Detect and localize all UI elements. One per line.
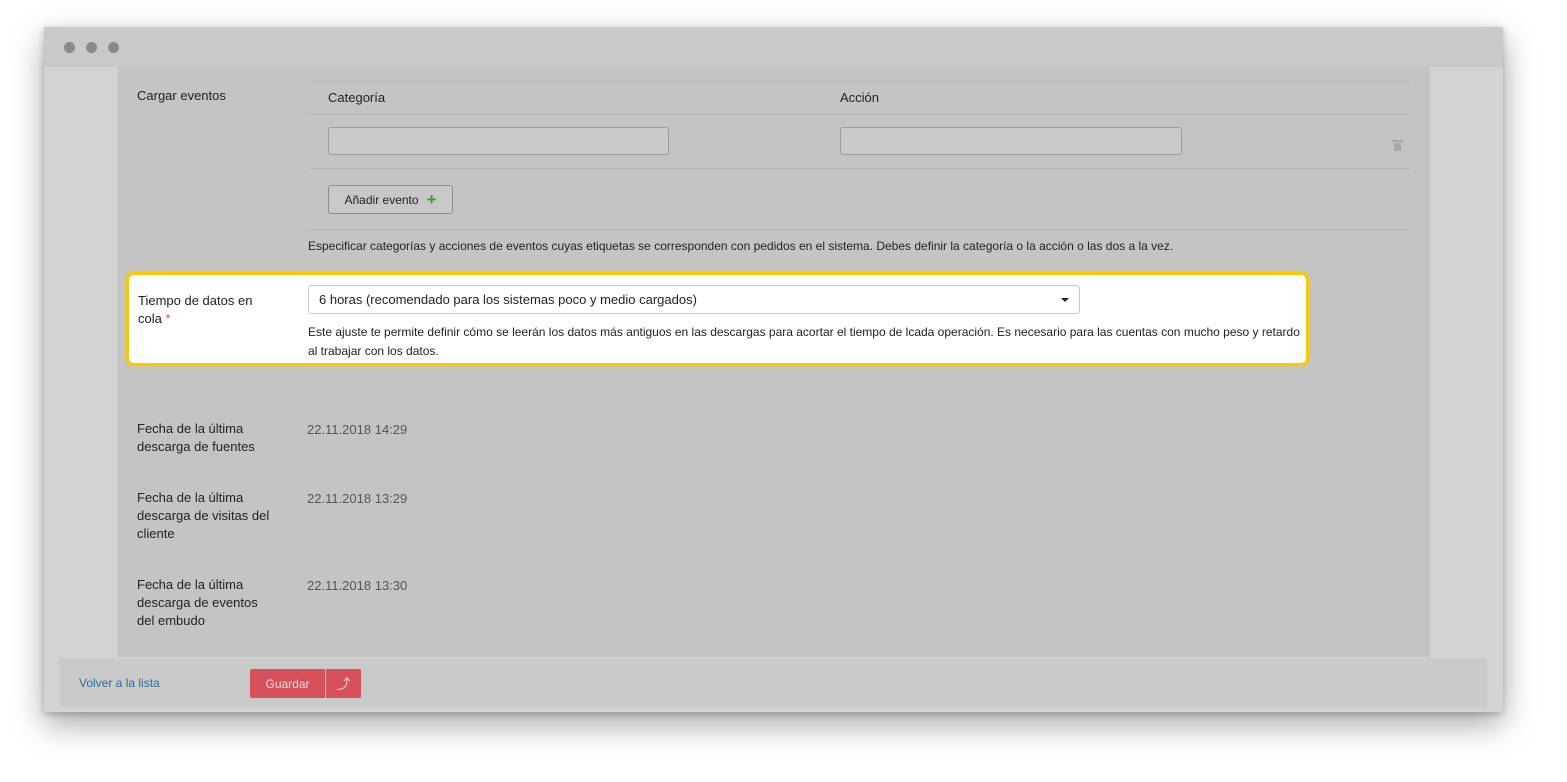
trash-icon[interactable] (1392, 140, 1403, 151)
caret-down-icon (1061, 298, 1069, 302)
queue-time-label: Tiempo de datos en cola * (138, 292, 278, 328)
browser-window: Cargar eventos Categoría Acción Añadir e… (44, 27, 1503, 712)
stat-label-visits: Fecha de la última descarga de visitas d… (137, 490, 270, 541)
action-input[interactable] (840, 127, 1182, 155)
window-dot-icon (108, 42, 119, 53)
required-mark: * (165, 311, 171, 326)
add-event-button[interactable]: Añadir evento + (328, 185, 453, 214)
column-category: Categoría (328, 90, 386, 105)
stat-value-funnel: 22.11.2018 13:30 (307, 578, 408, 593)
queue-time-label-text: Tiempo de datos en cola (138, 293, 253, 326)
queue-time-select[interactable]: 6 horas (recomendado para los sistemas p… (308, 285, 1080, 314)
stat-value-sources: 22.11.2018 14:29 (307, 422, 408, 437)
back-to-list-link[interactable]: Volver a la lista (79, 676, 160, 690)
window-dot-icon (64, 42, 75, 53)
save-and-up-icon[interactable]: ⤴ (326, 669, 361, 698)
add-event-label: Añadir evento (344, 192, 419, 207)
window-dot-icon (86, 42, 97, 53)
queue-time-selected: 6 horas (recomendado para los sistemas p… (319, 292, 697, 307)
footer-bar: Volver a la lista Guardar ⤴ (60, 660, 1487, 707)
events-help-text: Especificar categorías y acciones de eve… (308, 239, 1174, 253)
stat-label-sources: Fecha de la última descarga de fuentes (137, 421, 255, 454)
stat-value-visits: 22.11.2018 13:29 (307, 491, 408, 506)
queue-time-help-text: Este ajuste te permite definir cómo se l… (308, 325, 1300, 358)
events-table-header: Categoría Acción (308, 81, 1410, 115)
events-label: Cargar eventos (137, 88, 226, 103)
queue-time-panel: Tiempo de datos en cola * 6 horas (recom… (126, 272, 1309, 366)
column-action: Acción (840, 90, 880, 105)
events-table-row (308, 114, 1410, 169)
stat-label-funnel: Fecha de la última descarga de eventos d… (137, 577, 258, 628)
window-titlebar (44, 27, 1503, 67)
save-button[interactable]: Guardar (250, 669, 325, 698)
category-input[interactable] (328, 127, 669, 155)
plus-icon: + (426, 189, 437, 209)
events-add-row: Añadir evento + (308, 169, 1410, 230)
